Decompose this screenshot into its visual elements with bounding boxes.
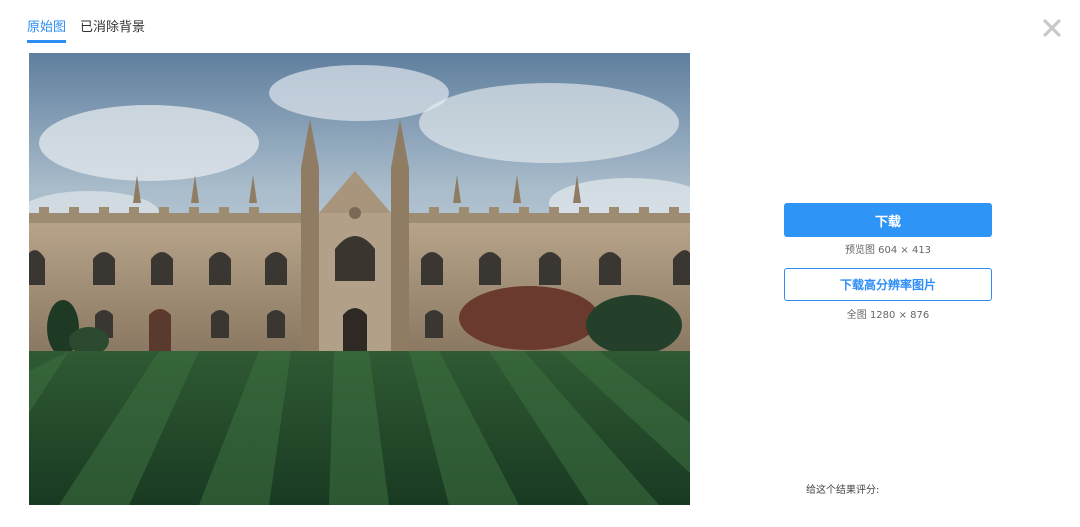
image-dialog: 原始图 已消除背景 下载 预览图 604 × 413 下载高分辨率图片 全图 1… — [0, 0, 1080, 527]
view-tabs: 原始图 已消除背景 — [27, 18, 145, 43]
tab-background-removed[interactable]: 已消除背景 — [80, 18, 145, 43]
preview-size-text: 预览图 604 × 413 — [844, 245, 932, 256]
rating-prompt: 给这个结果评分: — [806, 485, 880, 496]
tab-original[interactable]: 原始图 — [27, 18, 67, 43]
download-hd-button[interactable]: 下载高分辨率图片 — [784, 268, 992, 301]
full-size-text: 全图 1280 × 876 — [846, 310, 930, 321]
close-icon[interactable] — [1040, 16, 1064, 40]
preview-image — [29, 53, 690, 505]
download-button[interactable]: 下载 — [784, 203, 992, 237]
